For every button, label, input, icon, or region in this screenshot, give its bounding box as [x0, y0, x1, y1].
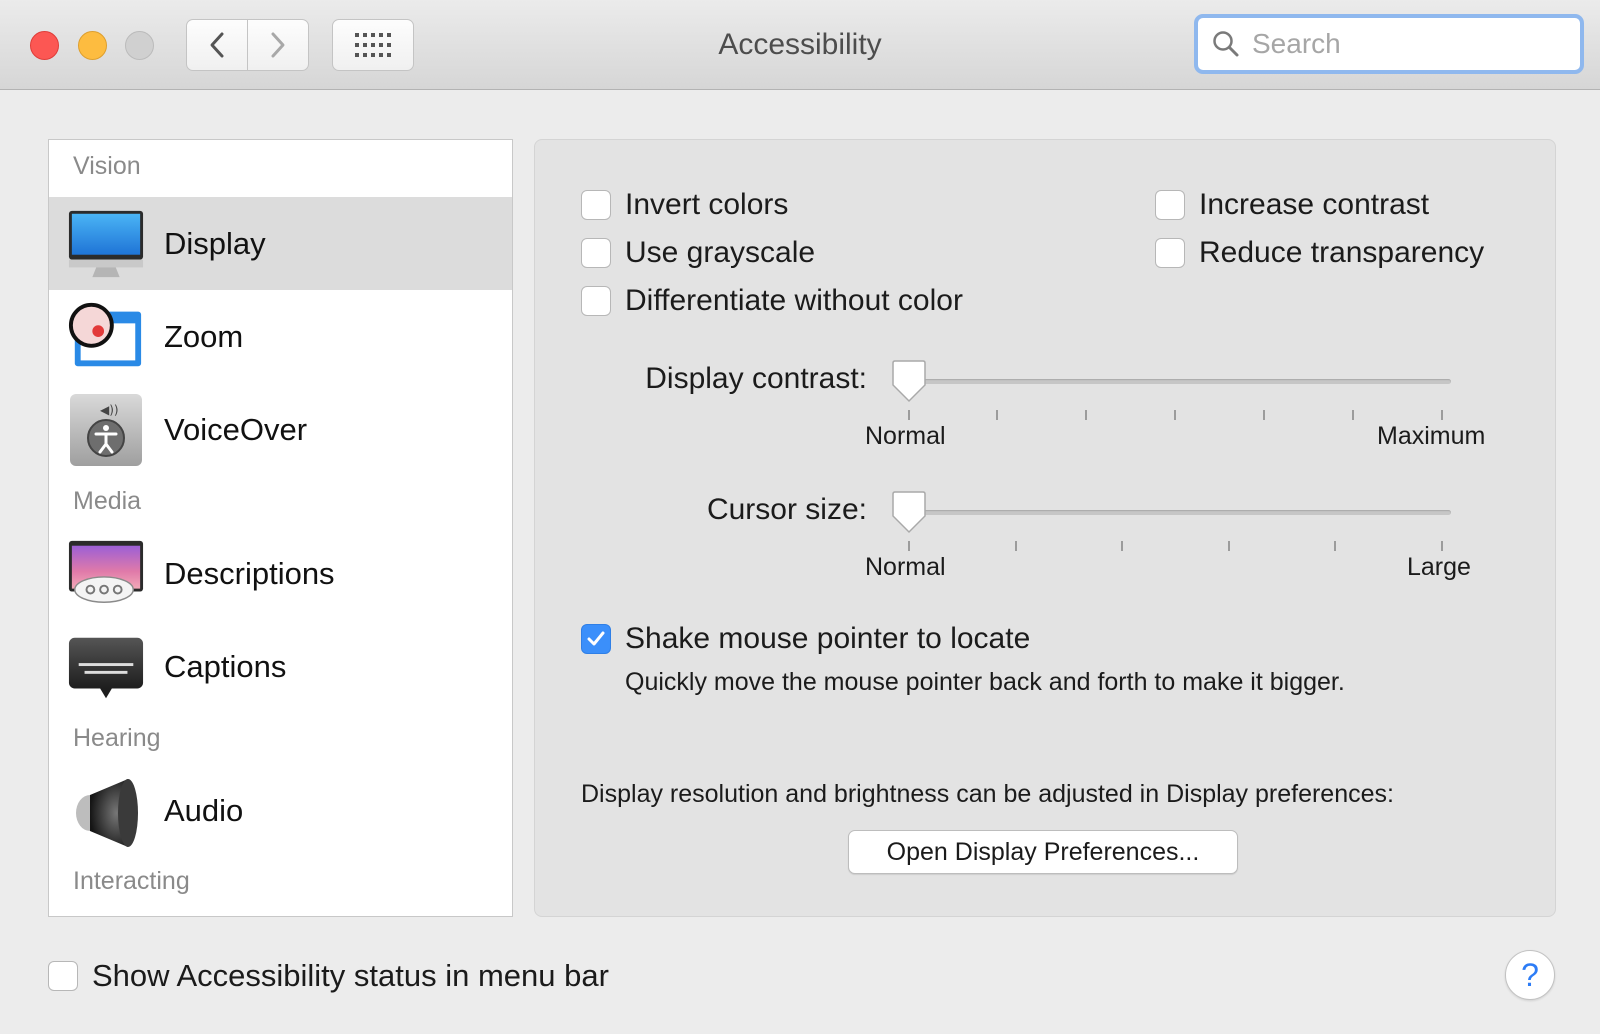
- sidebar-item-audio[interactable]: Audio: [49, 764, 512, 857]
- search-input[interactable]: [1252, 28, 1572, 60]
- shake-pointer-row[interactable]: Shake mouse pointer to locate: [581, 622, 1030, 656]
- captions-icon: [67, 628, 145, 706]
- invert-colors-row[interactable]: Invert colors: [581, 188, 788, 222]
- differentiate-label: Differentiate without color: [625, 284, 963, 317]
- differentiate-row[interactable]: Differentiate without color: [581, 284, 963, 318]
- resolution-note: Display resolution and brightness can be…: [581, 780, 1394, 808]
- category-sidebar: Vision Display Zoom ◀)) VoiceOver Media …: [48, 139, 513, 917]
- invert-colors-label: Invert colors: [625, 188, 789, 221]
- sidebar-item-voiceover[interactable]: ◀)) VoiceOver: [49, 383, 512, 476]
- sidebar-item-label: VoiceOver: [164, 411, 308, 447]
- display-contrast-max-label: Maximum: [1377, 422, 1486, 450]
- shake-pointer-description: Quickly move the mouse pointer back and …: [625, 668, 1345, 696]
- show-all-button[interactable]: [332, 19, 414, 71]
- increase-contrast-row[interactable]: Increase contrast: [1155, 188, 1429, 222]
- sidebar-item-captions[interactable]: Captions: [49, 620, 512, 713]
- reduce-transparency-label: Reduce transparency: [1199, 236, 1485, 269]
- minimize-window-button[interactable]: [78, 31, 107, 60]
- back-forward-group: [186, 19, 309, 71]
- help-button[interactable]: ?: [1505, 950, 1555, 1000]
- slider-tick: [1263, 410, 1265, 420]
- sidebar-item-label: Zoom: [164, 318, 244, 354]
- grid-icon: [355, 33, 391, 57]
- increase-contrast-checkbox[interactable]: [1155, 190, 1185, 220]
- section-header-vision: Vision: [73, 152, 141, 180]
- forward-button[interactable]: [247, 20, 308, 70]
- status-menu-bar-checkbox[interactable]: [48, 961, 78, 991]
- status-menu-bar-row[interactable]: Show Accessibility status in menu bar: [48, 958, 609, 994]
- slider-tick: [1352, 410, 1354, 420]
- reduce-transparency-row[interactable]: Reduce transparency: [1155, 236, 1484, 270]
- window-title: Accessibility: [718, 28, 882, 61]
- cursor-size-thumb[interactable]: [889, 490, 929, 536]
- speaker-icon: [67, 772, 145, 850]
- sidebar-item-label: Audio: [164, 792, 244, 828]
- cursor-size-min-label: Normal: [865, 553, 946, 581]
- checkmark-icon: [587, 631, 605, 646]
- sidebar-item-label: Captions: [164, 648, 287, 684]
- slider-tick: [1085, 410, 1087, 420]
- cursor-size-track[interactable]: [901, 510, 1451, 515]
- chevron-left-icon: [210, 32, 224, 58]
- use-grayscale-row[interactable]: Use grayscale: [581, 236, 815, 270]
- cursor-size-label: Cursor size:: [706, 493, 867, 526]
- search-icon: [1213, 31, 1239, 57]
- slider-tick: [1334, 541, 1336, 551]
- svg-text:◀)): ◀)): [100, 403, 119, 417]
- voiceover-icon: ◀)): [67, 391, 145, 469]
- slider-tick: [996, 410, 998, 420]
- zoom-window-button[interactable]: [125, 31, 154, 60]
- section-header-media: Media: [73, 487, 142, 515]
- descriptions-icon: [67, 535, 145, 613]
- use-grayscale-checkbox[interactable]: [581, 238, 611, 268]
- display-contrast-thumb[interactable]: [889, 359, 929, 405]
- open-display-preferences-button[interactable]: Open Display Preferences...: [848, 830, 1238, 874]
- use-grayscale-label: Use grayscale: [625, 236, 816, 269]
- sidebar-item-zoom[interactable]: Zoom: [49, 290, 512, 383]
- zoom-icon: [67, 298, 145, 376]
- sidebar-item-label: Display: [164, 225, 266, 261]
- display-icon: [67, 205, 145, 283]
- reduce-transparency-checkbox[interactable]: [1155, 238, 1185, 268]
- search-field[interactable]: [1194, 14, 1584, 74]
- slider-tick: [1121, 541, 1123, 551]
- shake-pointer-label: Shake mouse pointer to locate: [625, 622, 1031, 655]
- section-header-hearing: Hearing: [73, 724, 161, 752]
- display-contrast-track[interactable]: [901, 379, 1451, 384]
- slider-tick: [1441, 410, 1443, 420]
- section-header-interacting: Interacting: [73, 867, 190, 895]
- slider-tick: [1015, 541, 1017, 551]
- sidebar-item-descriptions[interactable]: Descriptions: [49, 527, 512, 620]
- increase-contrast-label: Increase contrast: [1199, 188, 1430, 221]
- back-button[interactable]: [187, 20, 247, 70]
- differentiate-checkbox[interactable]: [581, 286, 611, 316]
- display-settings-panel: Invert colors Use grayscale Differentiat…: [534, 139, 1556, 917]
- slider-tick: [908, 410, 910, 420]
- slider-tick: [1174, 410, 1176, 420]
- slider-tick: [908, 541, 910, 551]
- invert-colors-checkbox[interactable]: [581, 190, 611, 220]
- title-bar: Accessibility: [0, 0, 1600, 90]
- sidebar-item-display[interactable]: Display: [49, 197, 512, 290]
- display-contrast-min-label: Normal: [865, 422, 946, 450]
- sidebar-item-label: Descriptions: [164, 555, 335, 591]
- close-window-button[interactable]: [30, 31, 59, 60]
- cursor-size-max-label: Large: [1407, 553, 1471, 581]
- slider-tick: [1228, 541, 1230, 551]
- display-contrast-label: Display contrast:: [645, 362, 867, 395]
- shake-pointer-checkbox[interactable]: [581, 624, 611, 654]
- slider-tick: [1441, 541, 1443, 551]
- chevron-right-icon: [271, 32, 285, 58]
- status-menu-bar-label: Show Accessibility status in menu bar: [92, 958, 609, 993]
